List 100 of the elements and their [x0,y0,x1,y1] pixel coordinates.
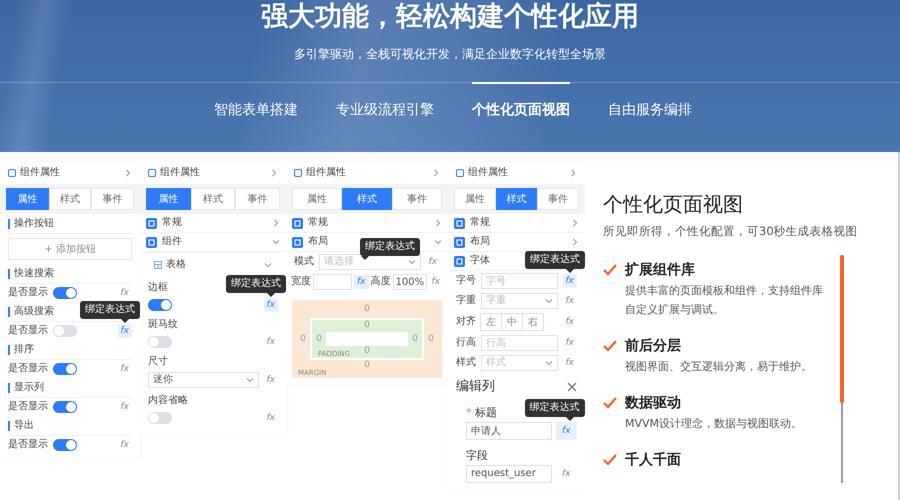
group-icon [454,256,465,266]
panel-tab[interactable]: 样式 [190,188,236,210]
field-label: 行高 [456,337,476,349]
expression-button[interactable]: fx [426,255,440,269]
chevron-icon[interactable] [272,238,280,246]
toggle-switch[interactable] [53,287,77,299]
group-title[interactable]: 常规 [162,217,267,229]
input-field[interactable]: 字号 [481,273,558,289]
chevron-icon[interactable] [434,238,442,246]
align-button[interactable]: 中 [501,313,523,331]
input-field[interactable]: 行高 [481,335,558,351]
panel-tab[interactable]: 样式 [342,188,392,210]
panel-tab[interactable]: 属性 [454,188,496,210]
nav-tab[interactable]: 智能表单搭建 [214,82,298,133]
chevron-icon[interactable] [246,376,254,384]
align-button[interactable]: 左 [480,313,502,331]
spacing-value: 0 [316,334,322,344]
chevron-icon[interactable] [571,219,579,227]
select-field[interactable]: 迷你 [148,372,258,388]
field-label: * 标题 [466,406,497,419]
field-label: 字号 [456,275,476,287]
expression-button[interactable]: fx [264,373,278,387]
accent-bar [8,345,10,355]
chevron-icon[interactable] [264,261,272,269]
group-title[interactable]: 表格 [166,259,260,271]
group-icon [454,218,465,228]
check-icon [603,264,617,276]
spacing-value: 0 [428,334,434,344]
nav-tab[interactable]: 个性化页面视图 [472,82,570,133]
group-title[interactable]: 常规 [470,217,566,229]
chevron-icon[interactable] [272,219,280,227]
expression-button[interactable]: fx [562,315,577,329]
expression-button[interactable]: fx [118,286,132,300]
spacing-value: 0 [364,304,370,316]
group-title[interactable]: 组件 [162,236,267,248]
chevron-icon[interactable] [408,258,416,266]
spacing-value: 0 [300,334,306,344]
expression-button[interactable]: fx [118,438,132,452]
section-title: 排序 [14,344,34,356]
input-field[interactable]: 申请人 [466,422,552,440]
panel-tab[interactable]: 事件 [91,188,134,210]
field-label: 字段 [466,448,488,462]
chevron-icon[interactable] [124,169,132,177]
nav-tab[interactable]: 自由服务编排 [608,82,692,133]
chevron-icon[interactable] [544,297,552,305]
field-label: 样式 [456,357,476,369]
expression-button[interactable]: fx [354,275,368,289]
chevron-icon[interactable] [544,359,552,367]
chevron-icon[interactable] [434,219,442,227]
nav-tab[interactable]: 专业级流程引擎 [336,82,434,133]
accent-bar [8,269,10,279]
expression-button[interactable]: fx [562,336,577,350]
expression-button[interactable]: fx [118,400,132,414]
expression-button[interactable]: fx [562,294,577,308]
toggle-switch[interactable] [148,336,172,348]
hero-title: 强大功能，轻松构建个性化应用 [261,0,639,34]
panel-tab[interactable]: 样式 [496,188,538,210]
toggle-switch[interactable] [53,439,77,451]
panel-tab[interactable]: 属性 [292,188,342,210]
panel-tab[interactable]: 样式 [48,188,92,210]
expression-button[interactable]: fx [428,275,443,289]
expression-button[interactable]: fx [118,324,132,338]
expression-button[interactable]: fx [264,298,278,312]
panel-icon [8,169,16,177]
panel-tab[interactable]: 属性 [146,188,191,210]
panel-tab[interactable]: 事件 [235,188,280,210]
close-icon[interactable] [567,382,577,392]
align-button[interactable]: 右 [522,313,544,331]
chevron-icon[interactable] [270,169,278,177]
toggle-switch[interactable] [148,412,172,424]
group-title[interactable]: 布局 [470,236,566,248]
panel-tab[interactable]: 事件 [392,188,442,210]
expression-button[interactable]: fx [264,411,278,425]
expression-button[interactable]: fx [118,362,132,376]
chevron-icon[interactable] [569,169,577,177]
input-field[interactable]: request_user [466,464,552,483]
chevron-icon[interactable] [571,238,579,246]
feature-description: 提供丰富的页面模板和组件，支持组件库自定义扩展与调试。 [625,283,824,318]
expression-button[interactable]: fx [556,464,576,483]
input-field[interactable]: 100% [392,274,426,290]
toggle-switch[interactable] [53,363,77,375]
toggle-switch[interactable] [53,401,77,413]
section-title: 导出 [14,420,34,432]
add-button[interactable]: + 添加按钮 [8,238,132,260]
input-field[interactable] [313,274,352,290]
chevron-icon[interactable] [432,169,440,177]
expression-button[interactable]: fx [264,335,278,349]
dialog-title: 编辑列 [456,379,496,395]
field-label: 尺寸 [147,354,169,369]
toggle-switch[interactable] [53,325,77,337]
panel-tab[interactable]: 事件 [537,188,580,210]
field-label: 内容省略 [147,394,189,408]
panel-tab[interactable]: 属性 [6,188,49,210]
field-label: 斑马纹 [147,318,179,332]
expression-button[interactable]: fx [562,356,577,370]
toggle-switch[interactable] [148,299,172,311]
field-label: 边框 [147,280,169,295]
group-title[interactable]: 常规 [308,217,429,229]
expression-button[interactable]: fx [556,422,576,440]
expression-button[interactable]: fx [562,274,577,288]
